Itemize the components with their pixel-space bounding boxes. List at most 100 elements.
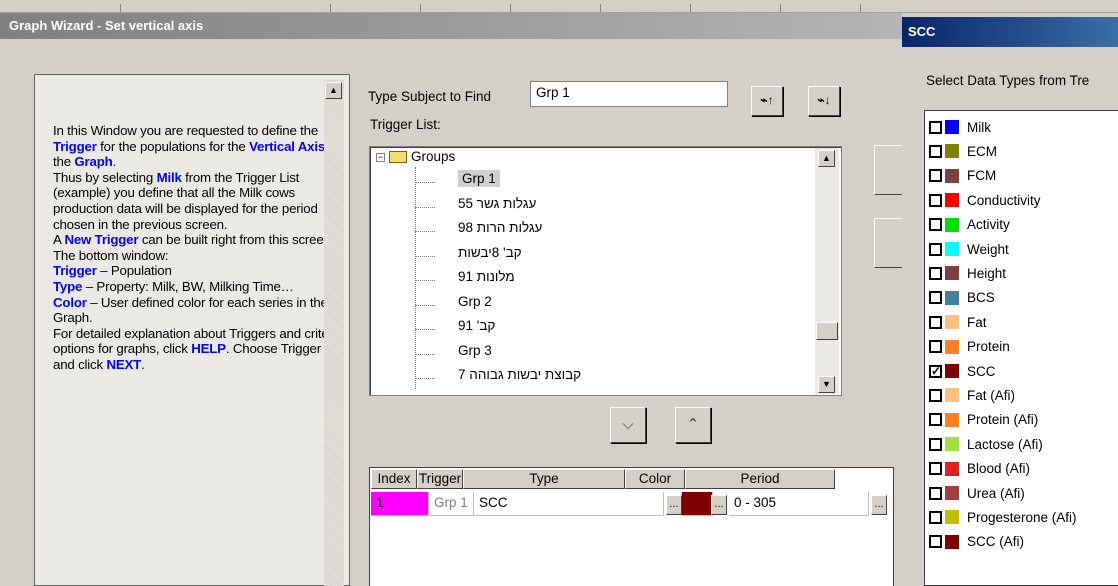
checked-checkbox-icon[interactable]: ✓ [929,364,942,378]
color-swatch [945,388,959,403]
cell-trigger[interactable]: Grp 1 [429,492,474,516]
series-grid[interactable]: Index Trigger Type Color Period 1 Grp 1 … [369,467,894,586]
data-type-item[interactable]: Height [929,261,1118,285]
color-ellipsis-button[interactable]: ... [711,495,727,515]
data-type-item[interactable]: Activity [929,213,1118,237]
data-type-item[interactable]: ✓ SCC [929,359,1118,383]
checkbox-icon[interactable] [929,535,942,549]
trigger-tree[interactable]: − Groups Grp 1 עגלות גשר 55 עגלות הרות 98 קב… [369,146,842,396]
color-swatch [945,266,959,281]
data-type-item[interactable]: ECM [929,139,1118,163]
tree-item-label: עגלות גשר 55 [458,195,537,211]
data-type-item[interactable]: Fat (Afi) [929,383,1118,407]
scroll-up-icon[interactable]: ▲ [325,82,342,99]
help-segment: . [141,356,145,372]
data-type-item[interactable]: Urea (Afi) [929,481,1118,505]
data-type-item[interactable]: Weight [929,237,1118,261]
tree-scroll-up-icon[interactable]: ▲ [818,150,835,167]
cell-period[interactable]: 0 - 305 [729,492,869,516]
header-period[interactable]: Period [685,469,835,489]
data-type-item[interactable]: FCM [929,164,1118,188]
trigger-list-label: Trigger List: [370,117,441,132]
checkbox-icon[interactable] [929,291,942,305]
checkbox-icon[interactable] [929,242,942,256]
cell-color[interactable] [682,492,713,516]
help-highlight: Trigger [53,138,97,154]
header-index[interactable]: Index [371,469,417,489]
data-type-item[interactable]: Conductivity [929,188,1118,212]
find-down-button[interactable]: ⌁↓ [808,86,840,116]
tree-item[interactable]: Grp 1 [458,170,500,193]
checkbox-icon[interactable] [929,510,942,524]
checkbox-icon[interactable] [929,144,942,158]
data-type-label: Fat (Afi) [967,387,1016,403]
tree-item[interactable]: מלונות 91 [458,269,515,291]
data-type-item[interactable]: Milk [929,115,1118,139]
cell-type[interactable]: SCC [474,492,664,516]
find-subject-input[interactable]: Grp 1 [530,81,728,107]
tree-item[interactable]: קבוצת יבשות גבוהה 7 [458,367,581,389]
data-type-item[interactable]: Protein [929,335,1118,359]
tree-item[interactable]: Grp 2 [458,294,492,316]
checkbox-icon[interactable] [929,413,942,427]
side-button-1[interactable] [874,145,904,195]
checkbox-icon[interactable] [929,388,942,402]
header-type[interactable]: Type [463,469,625,489]
help-scrollbar[interactable] [324,80,344,586]
find-up-button[interactable]: ⌁↑ [751,86,783,116]
color-swatch [945,486,959,500]
checkbox-icon[interactable] [929,315,942,329]
checkbox-icon[interactable] [929,120,942,134]
tree-item-label: קבוצת יבשות גבוהה 7 [458,367,582,382]
tree-scroll-down-icon[interactable]: ▼ [818,376,835,393]
data-type-label: Protein [967,339,1010,355]
tree-item-label: מלונות 91 [458,269,515,284]
data-type-label: BCS [967,290,995,306]
tree-item[interactable]: קב' 8יבשות [458,245,522,267]
help-highlight: Type [53,278,83,294]
color-swatch [945,144,959,159]
help-segment: – Population [96,263,172,279]
checkbox-icon[interactable] [929,340,942,354]
checkbox-icon[interactable] [929,462,942,476]
side-button-2[interactable] [874,218,904,268]
data-type-item[interactable]: Lactose (Afi) [929,432,1118,456]
data-type-label: Weight [967,241,1009,257]
scc-select-label: Select Data Types from Tre [926,73,1090,88]
tree-scroll-thumb[interactable] [816,322,838,340]
tree-item[interactable]: Grp 3 [458,343,492,365]
type-ellipsis-button[interactable]: ... [666,495,682,515]
collapse-icon[interactable]: − [376,152,385,162]
window-title: Graph Wizard - Set vertical axis [0,13,902,39]
data-type-label: Conductivity [967,192,1041,208]
data-type-item[interactable]: Protein (Afi) [929,408,1118,432]
checkbox-icon[interactable] [929,193,942,207]
cell-index[interactable]: 1 [371,492,429,516]
tree-item-label: קב' 91 [458,318,496,333]
move-up-button[interactable]: ⌃ [675,407,711,443]
header-color[interactable]: Color [625,469,685,489]
header-trigger[interactable]: Trigger [417,469,463,489]
checkbox-icon[interactable] [929,169,942,183]
tree-root-label: Groups [411,149,456,164]
tree-item[interactable]: קב' 91 [458,318,495,340]
checkbox-icon[interactable] [929,437,942,451]
checkbox-icon[interactable] [929,486,942,500]
move-down-button[interactable]: ⌵ [610,407,646,443]
color-swatch [945,437,959,452]
data-type-label: Fat [967,314,987,330]
data-type-label: Lactose (Afi) [967,436,1043,452]
period-ellipsis-button[interactable]: ... [871,495,887,515]
checkbox-icon[interactable] [929,266,942,280]
help-highlight: Milk [156,169,182,185]
data-type-item[interactable]: Fat [929,310,1118,334]
data-type-item[interactable]: BCS [929,286,1118,310]
data-type-item[interactable]: SCC (Afi) [929,530,1118,554]
tree-scrollbar[interactable] [815,148,839,394]
data-type-item[interactable]: Progesterone (Afi) [929,505,1118,529]
tree-item[interactable]: עגלות גשר 55 [458,196,536,218]
color-swatch [945,510,959,525]
data-type-item[interactable]: Blood (Afi) [929,457,1118,481]
checkbox-icon[interactable] [929,218,942,232]
tree-item[interactable]: עגלות הרות 98 [458,220,542,242]
